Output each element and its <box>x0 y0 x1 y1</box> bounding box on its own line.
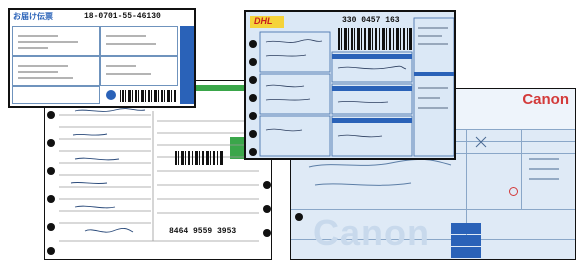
dhl-form-lines <box>259 17 454 157</box>
fedex-tracking-number: 8464 9559 3953 <box>169 227 237 236</box>
dhl-airwaybill: DHL 330 0457 163 <box>244 10 456 160</box>
fedex-barcode <box>175 151 223 165</box>
slip-barcode <box>120 90 176 102</box>
japanese-delivery-slip: お届け伝票 18-0701-55-46130 <box>8 8 196 108</box>
carrier-logo-icon <box>106 90 116 100</box>
